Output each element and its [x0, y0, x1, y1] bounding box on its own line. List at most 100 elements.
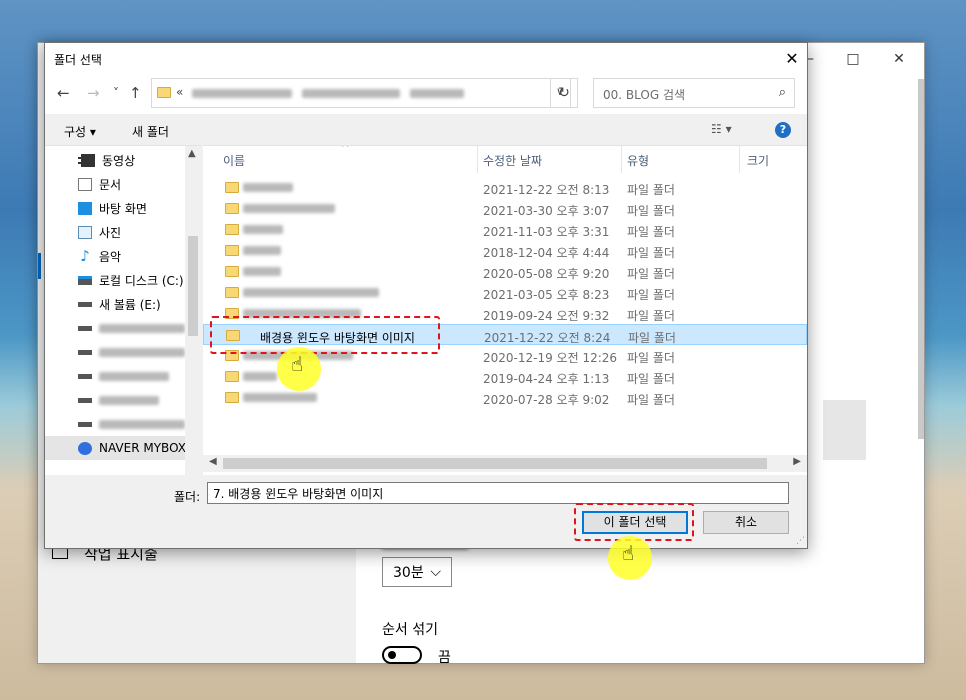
nav-item-label: 로컬 디스크 (C:)	[99, 273, 184, 288]
navigation-bar: ← → ˅ ↑ « ∨ ↻ 00. BLOG 검색 ⌕	[45, 74, 807, 114]
nav-item-desktop[interactable]: 바탕 화면	[45, 196, 185, 220]
scroll-left-icon[interactable]: ◀	[209, 456, 217, 467]
column-separator[interactable]	[477, 146, 478, 173]
column-separator[interactable]	[621, 146, 622, 173]
folder-type: 파일 폴더	[627, 288, 675, 302]
folder-icon	[225, 224, 239, 235]
nav-item-documents[interactable]: 문서	[45, 172, 185, 196]
table-row[interactable]: 2021-03-30 오후 3:07 파일 폴더	[203, 198, 807, 219]
dialog-close-button[interactable]: ✕	[777, 43, 807, 74]
nav-item-drive[interactable]	[45, 316, 185, 340]
back-button[interactable]: ←	[57, 84, 70, 102]
folder-name-input[interactable]: 7. 배경용 윈도우 바탕화면 이미지	[207, 482, 789, 504]
nav-item-videos[interactable]: 동영상	[45, 148, 185, 172]
folder-date: 2019-09-24 오전 9:32	[483, 309, 610, 323]
scroll-up-icon[interactable]: ▲	[188, 148, 196, 159]
scroll-thumb[interactable]	[223, 458, 767, 469]
search-box[interactable]: 00. BLOG 검색 ⌕	[593, 78, 795, 108]
blurred-drive-label	[99, 395, 159, 405]
drive-icon	[78, 373, 92, 379]
nav-item-pictures[interactable]: 사진	[45, 220, 185, 244]
search-input[interactable]: 00. BLOG 검색	[603, 86, 685, 103]
refresh-button[interactable]: ↻	[550, 78, 578, 108]
folder-icon	[225, 182, 239, 193]
address-bar[interactable]: « ∨	[151, 78, 571, 108]
blurred-folder-name	[243, 225, 283, 234]
file-list-horizontal-scrollbar[interactable]: ◀ ▶	[203, 455, 807, 472]
new-folder-button[interactable]: 새 폴더	[132, 123, 169, 140]
document-icon	[78, 177, 92, 191]
column-header-name[interactable]: 이름	[223, 152, 245, 169]
desktop-icon	[78, 201, 92, 215]
table-row[interactable]: 2021-11-03 오후 3:31 파일 폴더	[203, 219, 807, 240]
folder-type: 파일 폴더	[627, 225, 675, 239]
blurred-folder-name	[243, 183, 293, 192]
address-segment[interactable]	[302, 89, 400, 98]
nav-item-drive[interactable]	[45, 364, 185, 388]
toggle-state-label: 끔	[438, 650, 451, 666]
navigation-pane: 동영상 문서 바탕 화면 사진 ♪ 음악 로컬 디스크 (C:) 새 볼륨 (E…	[45, 145, 201, 475]
blurred-drive-label	[99, 347, 185, 357]
folder-icon	[225, 287, 239, 298]
nav-item-label: 바탕 화면	[99, 201, 147, 216]
maximize-button[interactable]: □	[830, 43, 876, 75]
search-icon: ⌕	[778, 85, 786, 100]
scroll-thumb[interactable]	[188, 236, 198, 336]
command-bar: 구성 ▾ 새 폴더 ☷ ▾ ?	[45, 114, 807, 144]
address-segment[interactable]	[410, 89, 464, 98]
nav-item-volume-e[interactable]: 새 볼륨 (E:)	[45, 292, 185, 316]
nav-item-label: 음악	[99, 249, 122, 264]
folder-type: 파일 폴더	[627, 393, 675, 407]
folder-type: 파일 폴더	[627, 309, 675, 323]
resize-grip-icon[interactable]: ⋰	[796, 536, 805, 546]
nav-item-drive[interactable]	[45, 340, 185, 364]
preview-panel	[823, 400, 866, 460]
nav-item-music[interactable]: ♪ 음악	[45, 244, 185, 268]
drive-icon	[78, 349, 92, 355]
nav-item-local-disk[interactable]: 로컬 디스크 (C:)	[45, 268, 185, 292]
scroll-right-icon[interactable]: ▶	[793, 456, 801, 467]
address-segment[interactable]	[192, 89, 292, 98]
naver-mybox-icon	[78, 441, 92, 455]
nav-item-naver-mybox[interactable]: NAVER MYBOX	[45, 436, 186, 460]
nav-pane-scrollbar[interactable]: ▲	[185, 146, 201, 475]
local-disk-icon	[78, 275, 92, 285]
toggle-knob	[388, 651, 396, 659]
blurred-folder-name	[243, 246, 281, 255]
table-row[interactable]: 2021-12-22 오전 8:13 파일 폴더	[203, 177, 807, 198]
up-button[interactable]: ↑	[129, 84, 142, 102]
video-icon	[78, 153, 95, 167]
folder-date: 2021-12-22 오전 8:13	[483, 183, 610, 197]
folder-icon	[225, 266, 239, 277]
help-icon[interactable]: ?	[775, 122, 791, 138]
address-chevron[interactable]: «	[176, 85, 183, 99]
highlight-selected-folder	[210, 316, 440, 354]
table-row[interactable]: 2018-12-04 오후 4:44 파일 폴더	[203, 240, 807, 261]
table-row[interactable]: 2021-03-05 오후 8:23 파일 폴더	[203, 282, 807, 303]
drive-icon	[78, 397, 92, 403]
cancel-button[interactable]: 취소	[703, 511, 789, 534]
table-row[interactable]: 2020-05-08 오후 9:20 파일 폴더	[203, 261, 807, 282]
folder-type: 파일 폴더	[627, 267, 675, 281]
blurred-drive-label	[99, 323, 185, 333]
folder-date: 2019-04-24 오후 1:13	[483, 372, 610, 386]
close-button[interactable]: ✕	[876, 43, 922, 75]
nav-item-drive[interactable]	[45, 388, 185, 412]
sidebar-selection-indicator	[38, 253, 41, 279]
interval-select[interactable]: 30분 ⌵	[382, 557, 452, 587]
shuffle-toggle[interactable]	[382, 646, 422, 664]
view-options-button[interactable]: ☷ ▾	[711, 122, 732, 136]
folder-date: 2021-03-30 오후 3:07	[483, 204, 610, 218]
forward-button[interactable]: →	[87, 84, 100, 102]
organize-button[interactable]: 구성 ▾	[64, 123, 96, 140]
folder-type: 파일 폴더	[627, 183, 675, 197]
recent-locations-button[interactable]: ˅	[113, 86, 119, 100]
folder-type: 파일 폴더	[627, 372, 675, 386]
nav-item-drive[interactable]	[45, 412, 185, 436]
column-separator[interactable]	[739, 146, 740, 173]
column-header-type[interactable]: 유형	[627, 152, 649, 169]
settings-scrollbar[interactable]	[918, 79, 924, 439]
column-header-size[interactable]: 크기	[747, 152, 769, 169]
blurred-drive-label	[99, 371, 169, 381]
column-header-modified[interactable]: 수정한 날짜	[483, 152, 542, 169]
